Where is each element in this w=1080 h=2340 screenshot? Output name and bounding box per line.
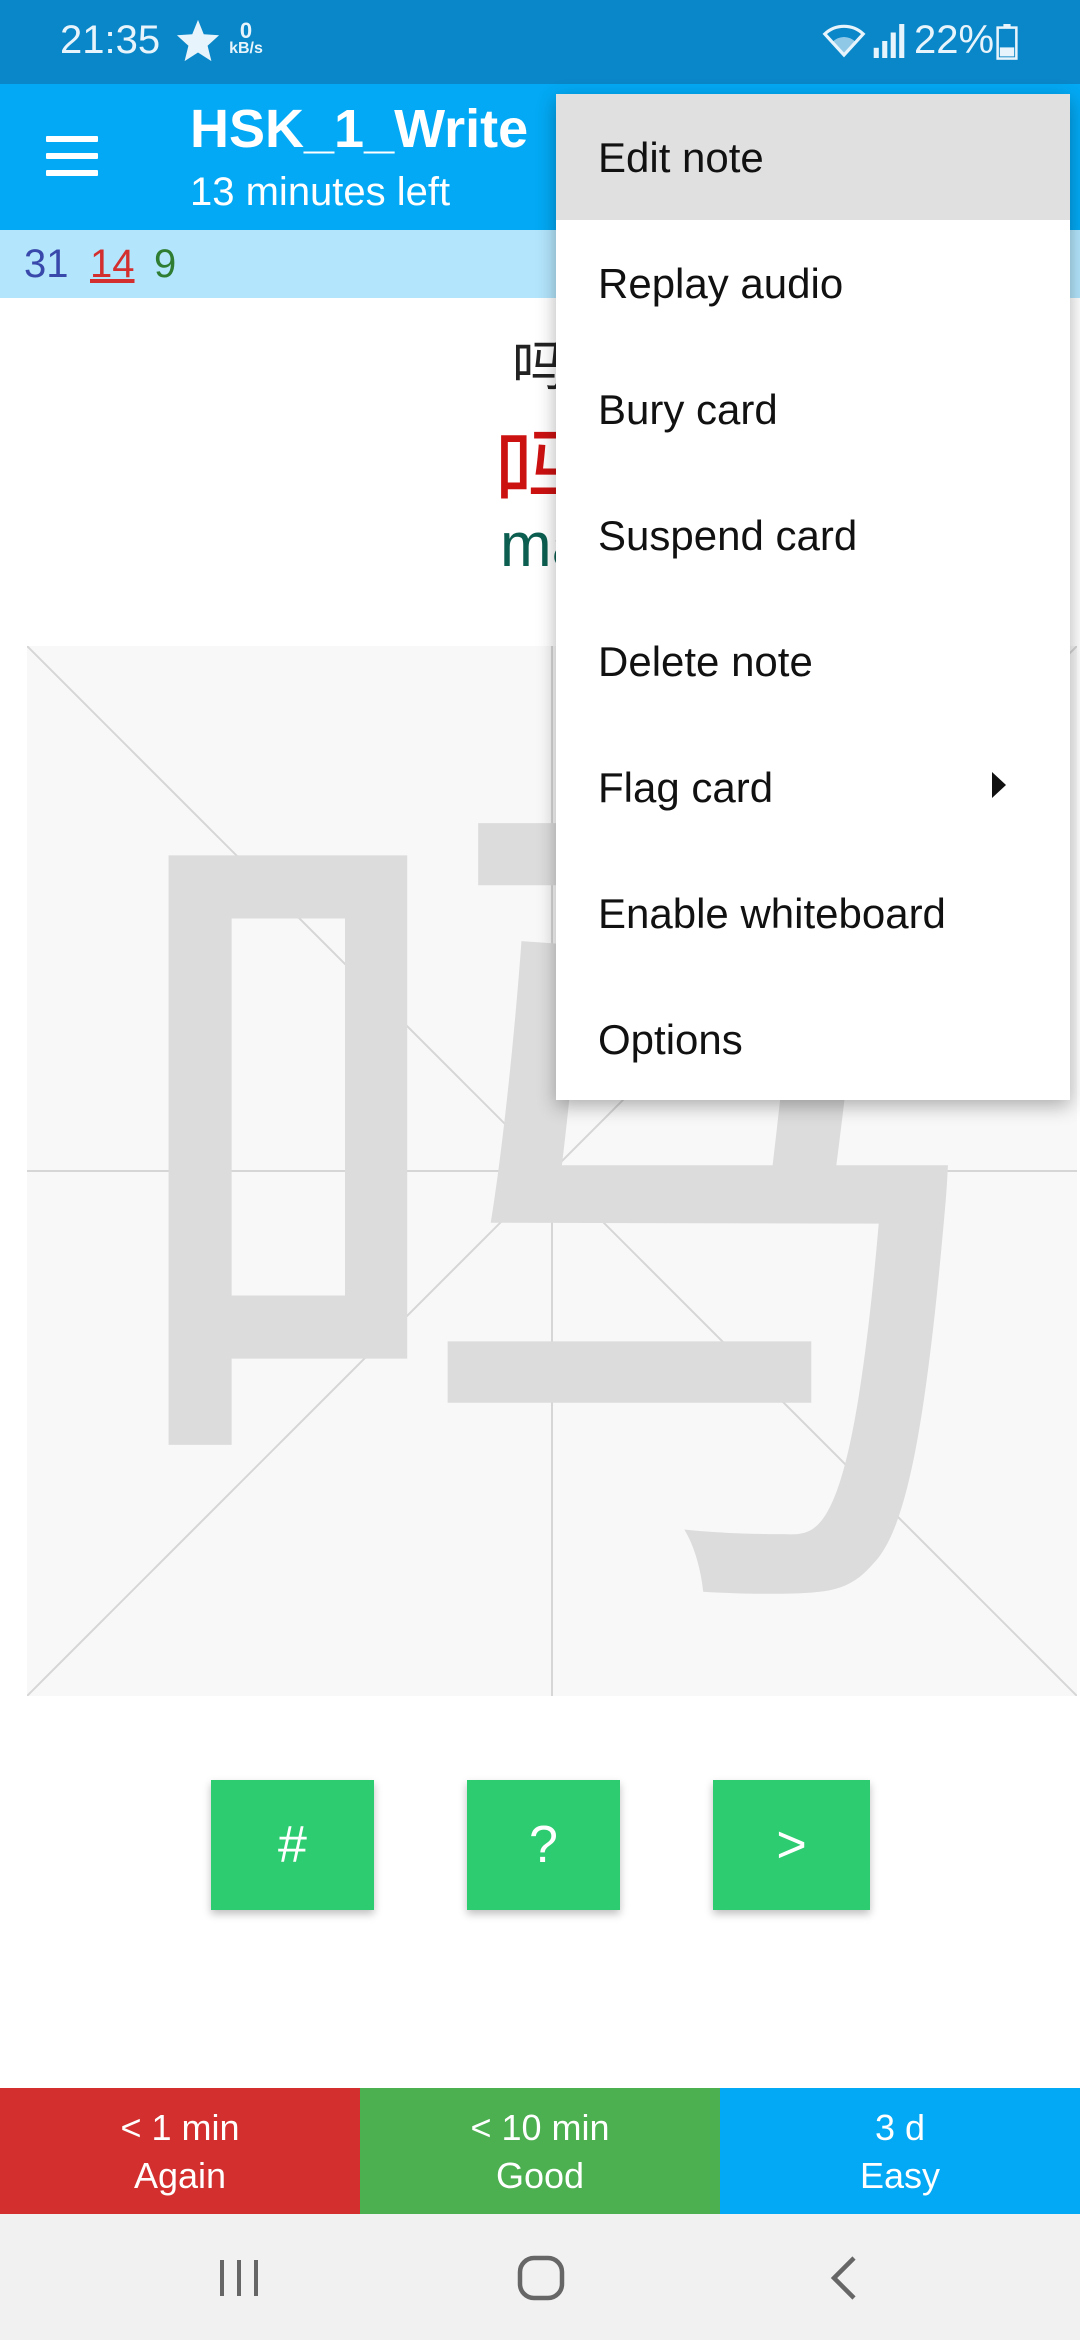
good-button[interactable]: < 10 min Good [360,2088,720,2214]
new-count: 31 [24,242,69,286]
menu-icon[interactable] [46,136,98,176]
status-bar: 21:35 0 kB/s 22% [0,0,1080,84]
menu-item-flag-card[interactable]: Flag card [556,724,1070,850]
net-speed: 0 kB/s [226,18,266,58]
hash-button[interactable]: # [211,1780,374,1910]
wifi-icon [822,24,866,58]
learning-count: 14 [90,242,135,286]
menu-item-replay-audio[interactable]: Replay audio [556,220,1070,346]
menu-item-suspend-card[interactable]: Suspend card [556,472,1070,598]
submenu-arrow-icon [992,772,1006,798]
hint-button[interactable]: ? [467,1780,620,1910]
system-navigation-bar [0,2214,1080,2340]
good-label: Good [495,2155,585,2196]
recents-icon[interactable] [218,2258,260,2298]
menu-item-options[interactable]: Options [556,976,1070,1102]
menu-item-delete-note[interactable]: Delete note [556,598,1070,724]
next-stroke-button[interactable]: > [713,1780,870,1910]
signal-icon [873,24,905,58]
review-count: 9 [154,242,177,286]
menu-item-enable-whiteboard[interactable]: Enable whiteboard [556,850,1070,976]
status-time: 21:35 [60,18,161,62]
overflow-menu: Edit note Replay audio Bury card Suspend… [556,94,1070,1100]
menu-item-bury-card[interactable]: Bury card [556,346,1070,472]
deck-title: HSK_1_Write [190,99,529,159]
again-button[interactable]: < 1 min Again [0,2088,360,2214]
good-interval: < 10 min [470,2107,610,2148]
menu-item-label: Enable whiteboard [598,890,946,937]
menu-item-label: Edit note [598,134,764,181]
home-icon[interactable] [516,2254,566,2302]
menu-item-label: Flag card [598,764,774,811]
again-interval: < 1 min [120,2107,240,2148]
easy-label: Easy [859,2155,941,2196]
menu-item-label: Options [598,1016,743,1063]
again-label: Again [133,2155,227,2196]
back-icon[interactable] [826,2254,860,2302]
net-speed-value: 0 [239,18,253,43]
easy-interval: 3 d [874,2107,926,2148]
easy-button[interactable]: 3 d Easy [720,2088,1080,2214]
menu-item-edit-note[interactable]: Edit note [556,94,1070,220]
battery-icon [996,24,1018,60]
time-remaining: 13 minutes left [190,170,451,214]
battery-percent: 22% [914,18,995,62]
menu-item-label: Bury card [598,386,778,433]
menu-item-label: Delete note [598,638,813,685]
star-icon [176,19,220,62]
answer-buttons: < 1 min Again < 10 min Good 3 d Easy [0,2088,1080,2214]
menu-item-label: Suspend card [598,512,858,559]
net-speed-unit: kB/s [229,40,263,57]
menu-item-label: Replay audio [598,260,844,307]
